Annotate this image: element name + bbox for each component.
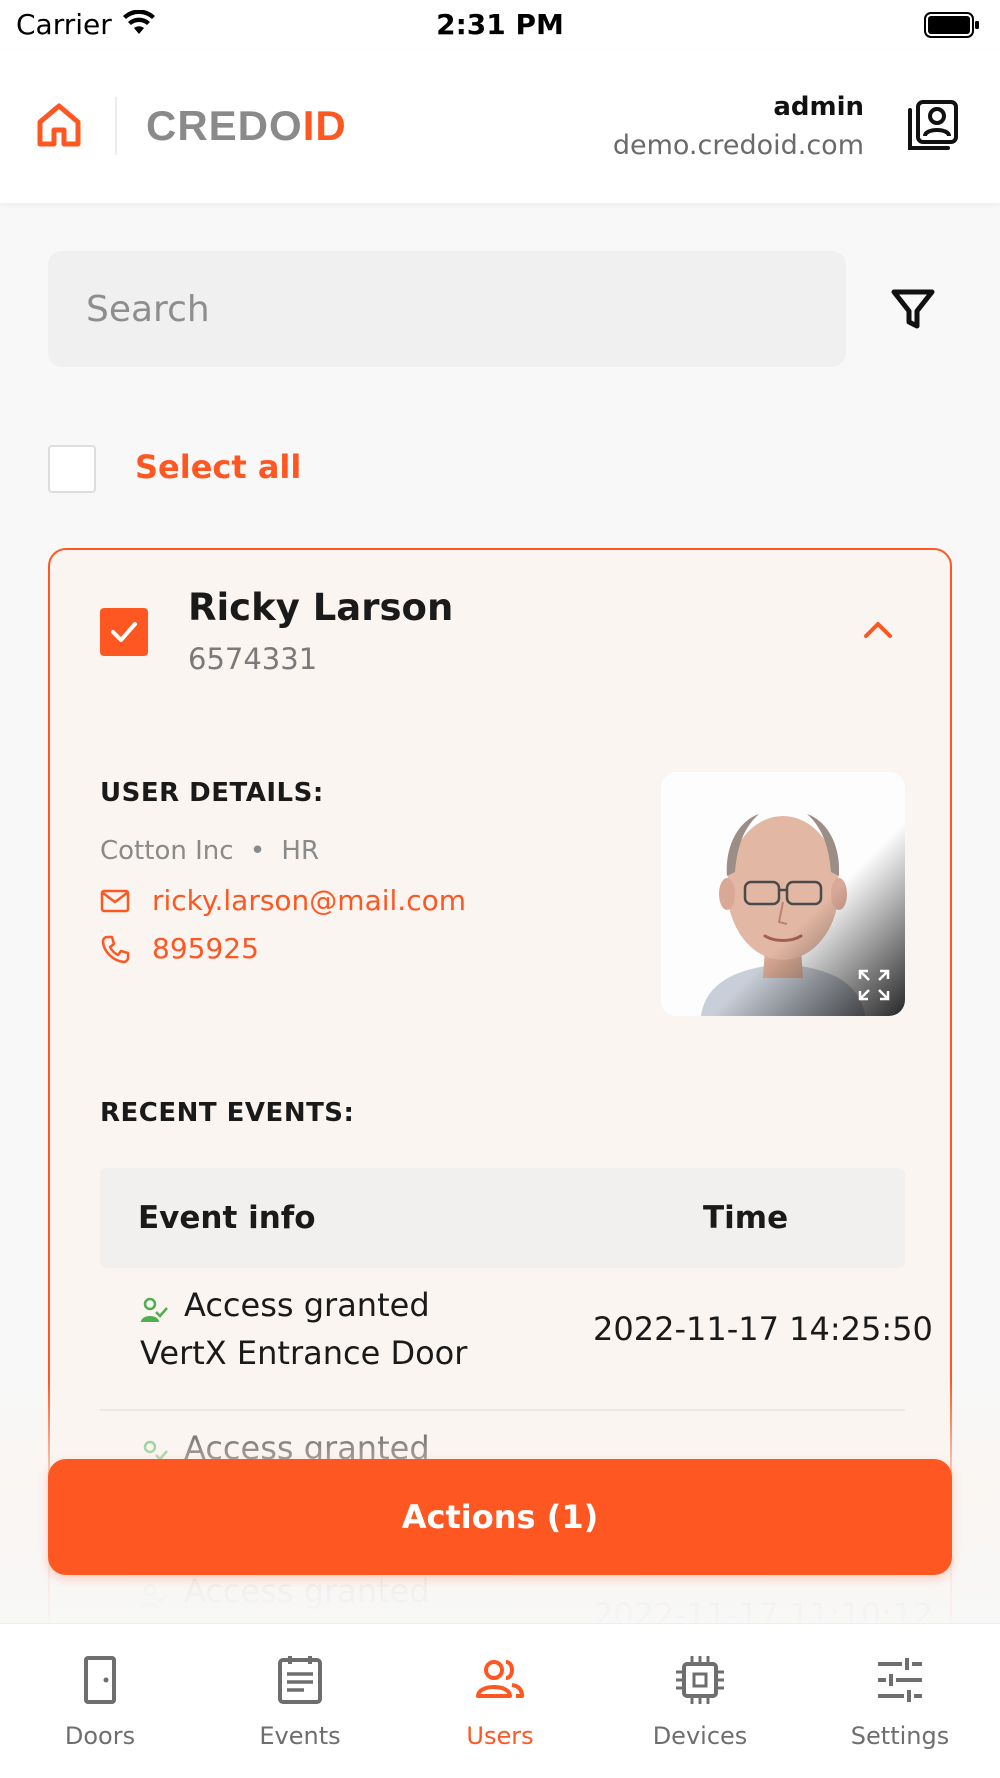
tab-events[interactable]: Events [200,1624,400,1778]
user-email[interactable]: ricky.larson@mail.com [152,884,466,917]
search-input[interactable] [86,251,806,367]
phone-icon [101,935,130,964]
battery-icon [924,12,979,38]
users-icon [476,1660,524,1698]
tab-label-events: Events [259,1722,341,1750]
bottom-tab-bar: Doors Events Users Devices Settings [0,1623,1000,1778]
user-id: 6574331 [188,642,318,676]
column-header-event-info: Event info [138,1200,316,1236]
profile-icon[interactable] [906,98,960,152]
events-table: Event info Time Access granted VertX Ent… [100,1168,933,1676]
tab-devices[interactable]: Devices [600,1624,800,1778]
door-icon [84,1656,116,1704]
tab-label-users: Users [466,1722,534,1750]
events-icon [278,1656,322,1704]
mail-icon [100,889,130,913]
access-granted-icon [141,1583,168,1608]
user-organization: Cotton Inc • HR [100,836,319,866]
actions-button[interactable]: Actions (1) [48,1459,952,1575]
user-name: Ricky Larson [188,586,454,629]
event-door: VertX Entrance Door [140,1334,468,1372]
event-status: Access granted [184,1572,430,1610]
events-table-header: Event info Time [100,1168,905,1268]
credoid-logo: CREDOID [146,102,347,149]
access-granted-icon [141,1297,168,1322]
search-box [48,251,846,367]
app-header: CREDOID admin demo.credoid.com [0,50,1000,203]
sliders-icon [878,1658,922,1702]
filter-icon[interactable] [888,284,938,334]
clock: 2:31 PM [436,8,564,41]
tab-users[interactable]: Users [400,1624,600,1778]
home-icon[interactable] [34,100,84,150]
chevron-up-icon[interactable] [856,608,900,652]
event-time: 2022-11-17 14:25:50 [593,1310,933,1348]
status-bar: Carrier 2:31 PM [0,0,1000,50]
org-separator: • [249,836,266,866]
header-divider [115,97,117,155]
tab-label-doors: Doors [64,1722,136,1750]
chip-icon [676,1656,724,1704]
user-details-title: USER DETAILS: [100,778,324,808]
select-all-label[interactable]: Select all [135,448,301,486]
tab-label-settings: Settings [850,1722,950,1750]
user-phone[interactable]: 895925 [152,932,259,965]
select-all-checkbox[interactable] [48,445,96,493]
user-department: HR [281,836,320,866]
expand-icon[interactable] [857,968,891,1002]
checkmark-icon [111,622,137,642]
event-status: Access granted [184,1286,430,1324]
recent-events-title: RECENT EVENTS: [100,1098,355,1128]
user-card-checkbox[interactable] [100,608,148,656]
tab-label-devices: Devices [652,1722,748,1750]
tab-doors[interactable]: Doors [0,1624,200,1778]
header-user-domain: demo.credoid.com [612,130,864,161]
header-user-name: admin [773,92,864,122]
user-photo[interactable] [661,772,905,1016]
tab-settings[interactable]: Settings [800,1624,1000,1778]
column-header-time: Time [703,1200,789,1236]
user-company: Cotton Inc [100,836,234,866]
table-row[interactable]: Access granted VertX Entrance Door 2022-… [100,1268,933,1411]
